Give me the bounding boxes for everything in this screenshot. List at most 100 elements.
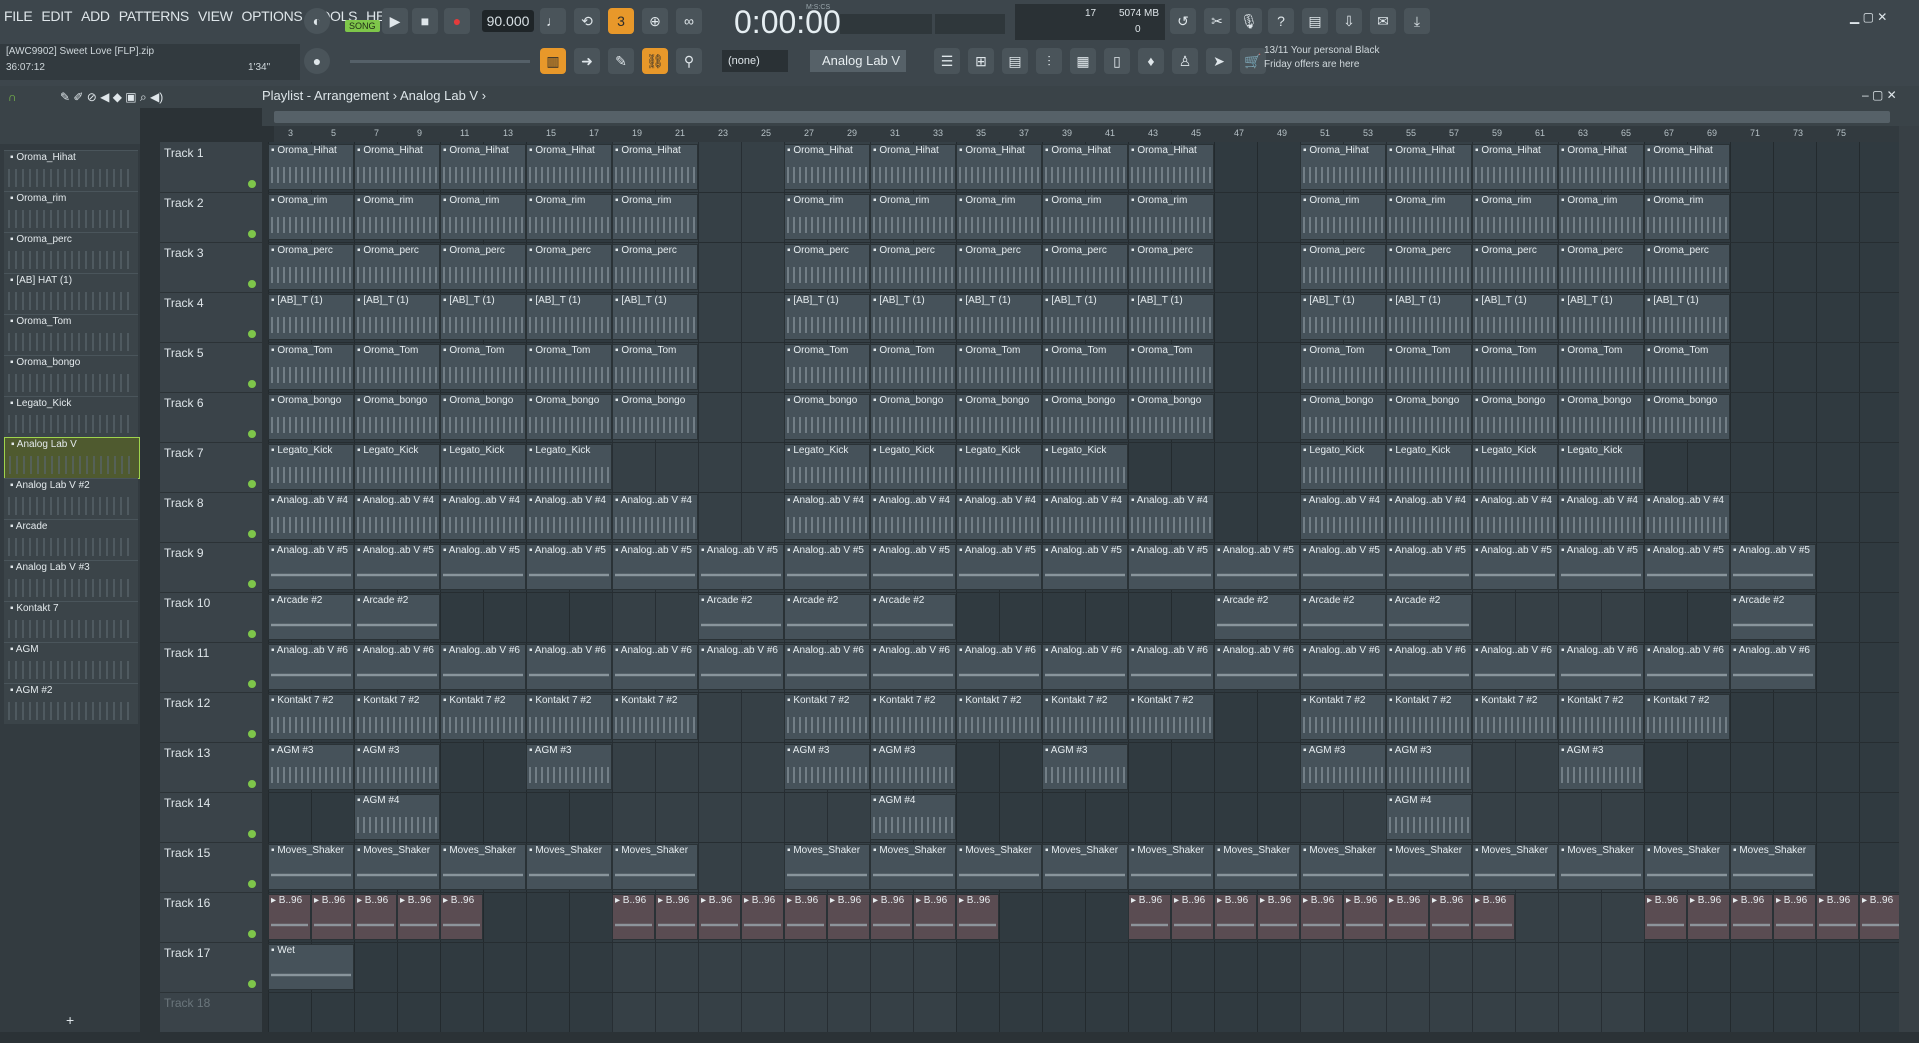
pattern-clip[interactable]: ▪ [AB]_T (1) xyxy=(1558,294,1644,340)
play-button[interactable]: ▶ xyxy=(382,8,408,34)
pattern-clip[interactable]: ▪ Kontakt 7 #2 xyxy=(268,694,354,740)
pattern-clip[interactable]: ▪ Analog..ab V #4 xyxy=(612,494,698,540)
pattern-clip[interactable]: ▪ Arcade #2 xyxy=(1300,594,1386,640)
pattern-clip[interactable]: ▪ Kontakt 7 #2 xyxy=(440,694,526,740)
pattern-clip[interactable]: ▪ Analog..ab V #6 xyxy=(1730,644,1816,690)
pattern-clip[interactable]: ▪ Moves_Shaker xyxy=(870,844,956,890)
track-header[interactable]: Track 3 xyxy=(160,242,262,293)
pattern-clip[interactable]: ▪ Oroma_Hihat xyxy=(1472,144,1558,190)
pattern-clip[interactable]: ▪ Kontakt 7 #2 xyxy=(526,694,612,740)
pattern-clip[interactable]: ▪ Legato_Kick xyxy=(526,444,612,490)
pattern-clip[interactable]: ▪ Analog..ab V #4 xyxy=(354,494,440,540)
pattern-clip[interactable]: ▪ Moves_Shaker xyxy=(612,844,698,890)
track-header[interactable]: Track 17 xyxy=(160,942,262,993)
tempo-display[interactable]: 90.000 xyxy=(482,10,534,32)
pattern-clip[interactable]: ▪ Kontakt 7 #2 xyxy=(870,694,956,740)
audio-clip[interactable]: ▸ B..96 xyxy=(1171,894,1214,940)
pattern-clip[interactable]: ▪ Moves_Shaker xyxy=(1042,844,1128,890)
track-enable-icon[interactable] xyxy=(248,880,256,888)
pattern-clip[interactable]: ▪ Legato_Kick xyxy=(784,444,870,490)
channel-item[interactable]: ▪ [AB] HAT (1) xyxy=(4,273,138,314)
pattern-clip[interactable]: ▪ Oroma_rim xyxy=(1558,194,1644,240)
pattern-clip[interactable]: ▪ [AB]_T (1) xyxy=(1128,294,1214,340)
audio-clip[interactable]: ▸ B..96 xyxy=(1773,894,1816,940)
audio-clip[interactable]: ▸ B..96 xyxy=(956,894,999,940)
pattern-clip[interactable]: ▪ Legato_Kick xyxy=(1558,444,1644,490)
pattern-clip[interactable]: ▪ Analog..ab V #6 xyxy=(526,644,612,690)
pattern-selector[interactable]: (none) xyxy=(722,50,788,72)
track-row[interactable]: ▪ Oroma_bongo ▪ Oroma_bongo ▪ Oroma_bongo ▪… xyxy=(268,392,1899,443)
track-header[interactable]: Track 4 xyxy=(160,292,262,343)
pattern-clip[interactable]: ▪ Oroma_bongo xyxy=(1300,394,1386,440)
channel-item[interactable]: ▪ Oroma_rim xyxy=(4,191,138,232)
pattern-clip[interactable]: ▪ [AB]_T (1) xyxy=(956,294,1042,340)
channel-item[interactable]: ▪ Legato_Kick xyxy=(4,396,138,437)
pattern-clip[interactable]: ▪ Oroma_bongo xyxy=(1042,394,1128,440)
pattern-clip[interactable]: ▪ [AB]_T (1) xyxy=(612,294,698,340)
pattern-clip[interactable]: ▪ AGM #4 xyxy=(354,794,440,840)
pattern-clip[interactable]: ▪ Analog..ab V #5 xyxy=(526,544,612,590)
person-icon[interactable]: ♙ xyxy=(1172,48,1198,74)
pattern-clip[interactable]: ▪ [AB]_T (1) xyxy=(268,294,354,340)
pattern-clip[interactable]: ▪ Oroma_perc xyxy=(440,244,526,290)
pattern-clip[interactable]: ▪ Moves_Shaker xyxy=(1644,844,1730,890)
pattern-clip[interactable]: ▪ Analog..ab V #6 xyxy=(1558,644,1644,690)
audio-clip[interactable]: ▸ B..96 xyxy=(1128,894,1171,940)
pattern-clip[interactable]: ▪ Oroma_rim xyxy=(784,194,870,240)
audio-clip[interactable]: ▸ B..96 xyxy=(397,894,440,940)
pattern-clip[interactable]: ▪ Oroma_Hihat xyxy=(1128,144,1214,190)
pattern-clip[interactable]: ▪ Oroma_bongo xyxy=(1128,394,1214,440)
track-enable-icon[interactable] xyxy=(248,580,256,588)
pattern-clip[interactable]: ▪ Oroma_Tom xyxy=(784,344,870,390)
menu-patterns[interactable]: PATTERNS xyxy=(119,8,190,24)
pattern-clip[interactable]: ▪ Analog..ab V #5 xyxy=(698,544,784,590)
pattern-clip[interactable]: ▪ Oroma_rim xyxy=(1472,194,1558,240)
pattern-clip[interactable]: ▪ Analog..ab V #4 xyxy=(1386,494,1472,540)
browser-icon[interactable]: ▦ xyxy=(1070,48,1096,74)
track-header[interactable]: Track 12 xyxy=(160,692,262,743)
pattern-clip[interactable]: ▪ Analog..ab V #5 xyxy=(784,544,870,590)
pattern-clip[interactable]: ▪ Oroma_Hihat xyxy=(956,144,1042,190)
record-button[interactable]: ● xyxy=(444,8,470,34)
pattern-clip[interactable]: ▪ Analog..ab V #6 xyxy=(698,644,784,690)
audio-clip[interactable]: ▸ B..96 xyxy=(913,894,956,940)
track-header[interactable]: Track 14 xyxy=(160,792,262,843)
pattern-clip[interactable]: ▪ Kontakt 7 #2 xyxy=(956,694,1042,740)
pattern-clip[interactable]: ▪ Oroma_perc xyxy=(1128,244,1214,290)
loop-record-icon[interactable]: ∞ xyxy=(676,8,702,34)
pattern-clip[interactable]: ▪ Arcade #2 xyxy=(1214,594,1300,640)
track-row[interactable]: ▪ Analog..ab V #5 ▪ Analog..ab V #5 ▪ Anal… xyxy=(268,542,1899,593)
pattern-clip[interactable]: ▪ Analog..ab V #6 xyxy=(1472,644,1558,690)
pattern-clip[interactable]: ▪ Legato_Kick xyxy=(1472,444,1558,490)
audio-clip[interactable]: ▸ B..96 xyxy=(1730,894,1773,940)
pattern-clip[interactable]: ▪ Oroma_bongo xyxy=(268,394,354,440)
audio-clip[interactable]: ▸ B..96 xyxy=(1257,894,1300,940)
pattern-clip[interactable]: ▪ Oroma_perc xyxy=(268,244,354,290)
pattern-clip[interactable]: ▪ Oroma_Hihat xyxy=(526,144,612,190)
pattern-clip[interactable]: ▪ Oroma_Tom xyxy=(268,344,354,390)
pattern-clip[interactable]: ▪ Analog..ab V #4 xyxy=(1128,494,1214,540)
pattern-clip[interactable]: ▪ Analog..ab V #4 xyxy=(1644,494,1730,540)
track-enable-icon[interactable] xyxy=(248,230,256,238)
pattern-clip[interactable]: ▪ Analog..ab V #4 xyxy=(784,494,870,540)
pattern-clip[interactable]: ▪ Arcade #2 xyxy=(354,594,440,640)
pattern-clip[interactable]: ▪ Analog..ab V #5 xyxy=(1644,544,1730,590)
pattern-clip[interactable]: ▪ Kontakt 7 #2 xyxy=(354,694,440,740)
track-enable-icon[interactable] xyxy=(248,780,256,788)
pattern-clip[interactable]: ▪ Analog..ab V #5 xyxy=(354,544,440,590)
audio-clip[interactable]: ▸ B..96 xyxy=(1300,894,1343,940)
track-row[interactable] xyxy=(268,992,1899,1032)
undo-icon[interactable]: ↺ xyxy=(1170,8,1196,34)
pattern-clip[interactable]: ▪ Analog..ab V #5 xyxy=(1214,544,1300,590)
audio-clip[interactable]: ▸ B..96 xyxy=(827,894,870,940)
audio-clip[interactable]: ▸ B..96 xyxy=(1644,894,1687,940)
pattern-clip[interactable]: ▪ Analog..ab V #6 xyxy=(784,644,870,690)
audio-clip[interactable]: ▸ B..96 xyxy=(440,894,483,940)
track-enable-icon[interactable] xyxy=(248,430,256,438)
stop-button[interactable]: ■ xyxy=(412,8,438,34)
pattern-clip[interactable]: ▪ Arcade #2 xyxy=(1730,594,1816,640)
pattern-clip[interactable]: ▪ Legato_Kick xyxy=(268,444,354,490)
pattern-clip[interactable]: ▪ Oroma_perc xyxy=(1558,244,1644,290)
pattern-clip[interactable]: ▪ Kontakt 7 #2 xyxy=(1472,694,1558,740)
metronome-icon[interactable]: ♩ xyxy=(540,8,566,34)
